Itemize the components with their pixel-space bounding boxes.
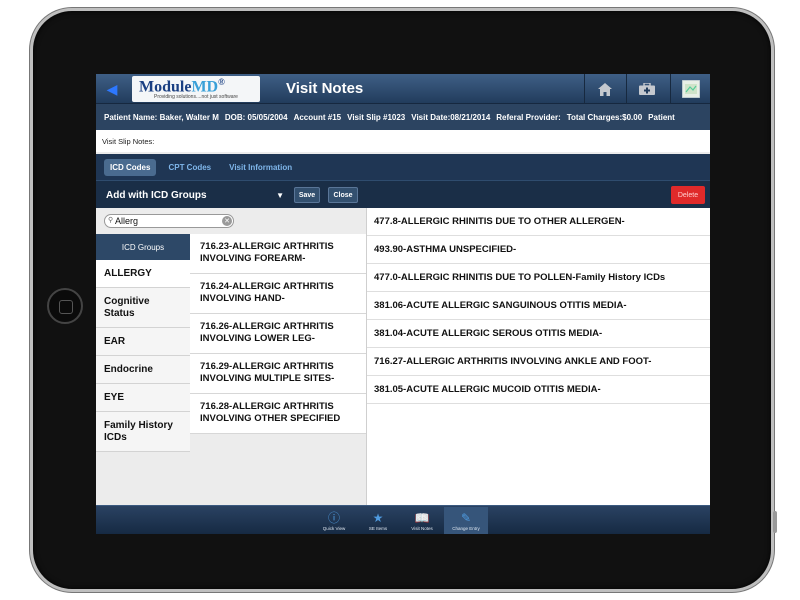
- star-icon: ★: [372, 510, 384, 525]
- icd-group-select-value: Add with ICD Groups: [106, 189, 207, 201]
- back-arrow-icon: ◀: [106, 80, 118, 97]
- icd-browser-panel: ⚲ ✕ ICD Groups ALLERGY Cognitive Status …: [96, 208, 366, 505]
- logo: ModuleMD® Providing solutions....not jus…: [132, 76, 260, 102]
- edit-icon: ✎: [460, 510, 472, 525]
- book-icon: 📖: [414, 510, 430, 525]
- visit-slip-notes-label: Visit Slip Notes:: [102, 137, 155, 146]
- total-charges: Total Charges:$0.00: [566, 112, 643, 122]
- referral-provider: Referal Provider:: [496, 112, 561, 122]
- patient-dob: DOB: 05/05/2004: [224, 112, 288, 122]
- group-item-eye[interactable]: EYE: [96, 384, 190, 412]
- selected-code-item[interactable]: 477.8-ALLERGIC RHINITIS DUE TO OTHER ALL…: [367, 208, 710, 236]
- selected-code-item[interactable]: 381.06-ACUTE ALLERGIC SANGUINOUS OTITIS …: [367, 292, 710, 320]
- code-item[interactable]: 716.26-ALLERGIC ARTHRITIS INVOLVING LOWE…: [190, 314, 366, 354]
- calendar-button[interactable]: [670, 74, 710, 104]
- patient-account: Account #15: [293, 112, 342, 122]
- icd-group-list: ALLERGY Cognitive Status EAR Endocrine E…: [96, 260, 190, 452]
- tab-se-items-label: SE Items: [368, 525, 388, 531]
- group-item-cognitive-status[interactable]: Cognitive Status: [96, 288, 190, 328]
- tab-visit-notes[interactable]: 📖 Visit Notes: [400, 507, 444, 534]
- visit-slip-notes[interactable]: Visit Slip Notes:: [96, 130, 710, 152]
- tabs-bar: ICD Codes CPT Codes Visit Information: [96, 154, 710, 180]
- group-item-endocrine[interactable]: Endocrine: [96, 356, 190, 384]
- visit-date: Visit Date:08/21/2014: [411, 112, 491, 122]
- action-bar: Add with ICD Groups ▼ Save Close Delete: [96, 180, 710, 208]
- code-item[interactable]: 716.28-ALLERGIC ARTHRITIS INVOLVING OTHE…: [190, 394, 366, 434]
- group-item-allergy[interactable]: ALLERGY: [96, 260, 190, 288]
- tab-se-items[interactable]: ★ SE Items: [356, 507, 400, 534]
- dropdown-arrow-icon: ▼: [276, 190, 284, 200]
- selected-codes-panel: 477.8-ALLERGIC RHINITIS DUE TO OTHER ALL…: [366, 208, 710, 505]
- tab-visit-notes-label: Visit Notes: [411, 525, 433, 531]
- icd-groups-header: ICD Groups: [96, 234, 190, 260]
- home-button[interactable]: [47, 288, 83, 324]
- bottom-tab-bar: ⓘ Quick View ★ SE Items 📖 Visit Notes ✎ …: [96, 505, 710, 534]
- save-button[interactable]: Save: [294, 187, 320, 203]
- logo-tagline: Providing solutions....not just software: [154, 94, 238, 100]
- tab-quick-view[interactable]: ⓘ Quick View: [312, 507, 356, 534]
- tab-cpt-codes[interactable]: CPT Codes: [162, 159, 217, 176]
- calendar-icon: [681, 80, 700, 98]
- selected-code-item[interactable]: 477.0-ALLERGIC RHINITIS DUE TO POLLEN-Fa…: [367, 264, 710, 292]
- tab-change-entry[interactable]: ✎ Change Entry: [444, 507, 488, 534]
- patient-name: Patient Name: Baker, Walter M: [104, 112, 219, 122]
- clear-search-icon[interactable]: ✕: [222, 216, 232, 226]
- search-icon: ⚲: [108, 217, 114, 224]
- page-title: Visit Notes: [286, 80, 364, 97]
- info-icon: ⓘ: [327, 510, 340, 525]
- home-nav-button[interactable]: [584, 74, 624, 104]
- patient-info-bar: Patient Name: Baker, Walter M DOB: 05/05…: [96, 104, 710, 130]
- selected-code-item[interactable]: 381.04-ACUTE ALLERGIC SEROUS OTITIS MEDI…: [367, 320, 710, 348]
- code-item[interactable]: 716.29-ALLERGIC ARTHRITIS INVOLVING MULT…: [190, 354, 366, 394]
- selected-code-item[interactable]: 493.90-ASTHMA UNSPECIFIED-: [367, 236, 710, 264]
- group-item-ear[interactable]: EAR: [96, 328, 190, 356]
- side-button: [773, 511, 777, 533]
- visit-slip-number: Visit Slip #1023: [347, 112, 406, 122]
- tab-visit-information[interactable]: Visit Information: [223, 159, 298, 176]
- logo-registered-mark: ®: [218, 77, 225, 87]
- house-icon: [597, 82, 612, 96]
- logo-main-text: Module: [139, 78, 192, 96]
- tab-change-entry-label: Change Entry: [452, 525, 480, 531]
- code-item[interactable]: 716.24-ALLERGIC ARTHRITIS INVOLVING HAND…: [190, 274, 366, 314]
- app-screen: ◀ ModuleMD® Providing solutions....not j…: [96, 74, 710, 534]
- code-item[interactable]: 716.23-ALLERGIC ARTHRITIS INVOLVING FORE…: [190, 234, 366, 274]
- medical-bag-icon: [638, 83, 655, 95]
- icd-group-select[interactable]: Add with ICD Groups ▼: [102, 186, 288, 204]
- patient-extra: Patient: [648, 112, 675, 122]
- tab-icd-codes[interactable]: ICD Codes: [104, 158, 157, 176]
- medical-kit-button[interactable]: [626, 74, 666, 104]
- selected-code-item[interactable]: 716.27-ALLERGIC ARTHRITIS INVOLVING ANKL…: [367, 348, 710, 376]
- tab-quick-view-label: Quick View: [322, 525, 346, 531]
- delete-button[interactable]: Delete: [671, 186, 705, 204]
- back-button[interactable]: ◀: [96, 74, 128, 104]
- close-button[interactable]: Close: [328, 187, 358, 203]
- logo-accent-text: MD: [191, 78, 219, 96]
- icd-code-list: 716.23-ALLERGIC ARTHRITIS INVOLVING FORE…: [190, 234, 366, 434]
- top-bar: ◀ ModuleMD® Providing solutions....not j…: [96, 74, 710, 104]
- selected-code-item[interactable]: 381.05-ACUTE ALLERGIC MUCOID OTITIS MEDI…: [367, 376, 710, 404]
- search-input[interactable]: [104, 214, 234, 228]
- group-item-family-history[interactable]: Family History ICDs: [96, 412, 190, 452]
